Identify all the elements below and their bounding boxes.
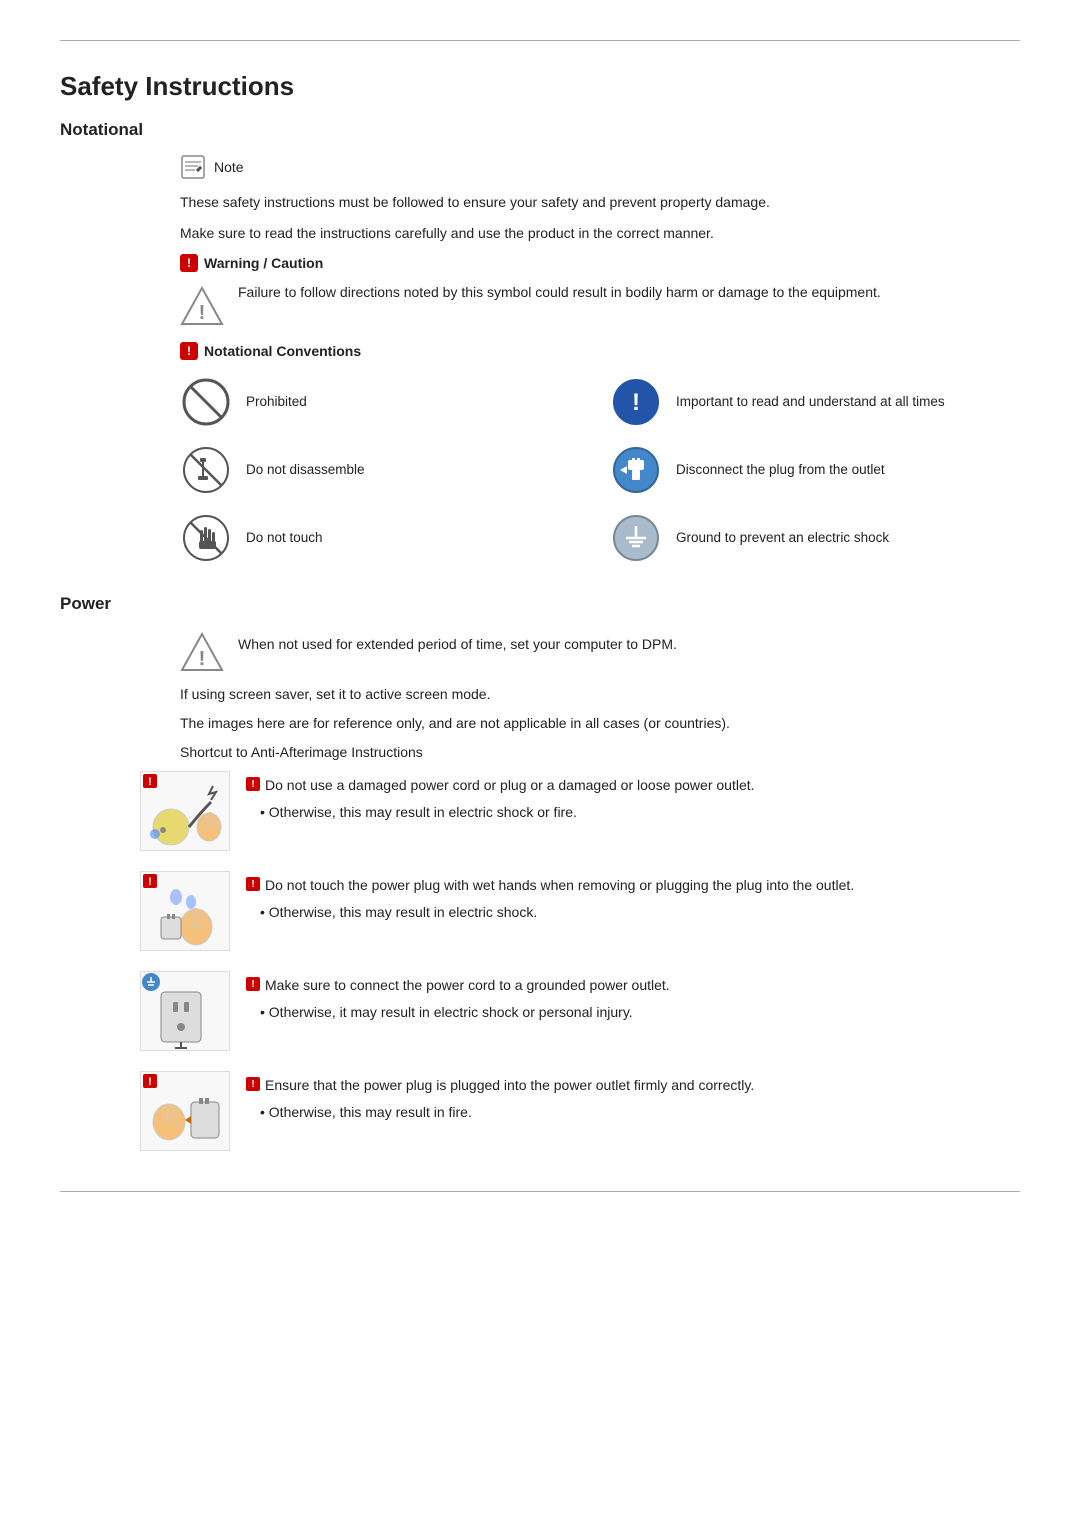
power-text-2: The images here are for reference only, … <box>180 713 1020 734</box>
warning-badge-icon: ! <box>180 254 198 272</box>
warning-description: Failure to follow directions noted by th… <box>238 282 881 303</box>
svg-text:!: ! <box>199 302 206 324</box>
ground-icon <box>610 512 662 564</box>
convention-important-label: Important to read and understand at all … <box>676 393 945 412</box>
disassemble-icon <box>180 444 232 496</box>
conventions-grid: Prohibited ! Important to read and under… <box>180 376 1020 564</box>
power-item-4-title-text: Ensure that the power plug is plugged in… <box>265 1075 754 1096</box>
power-item-4-badge: ! <box>246 1077 260 1091</box>
power-item-3-content: ! Make sure to connect the power cord to… <box>246 971 1020 1023</box>
note-text-2: Make sure to read the instructions caref… <box>180 223 1020 244</box>
note-text-1: These safety instructions must be follow… <box>180 192 1020 213</box>
power-item-1-title-text: Do not use a damaged power cord or plug … <box>265 775 755 796</box>
svg-text:!: ! <box>148 876 152 888</box>
warning-triangle-icon: ! <box>180 284 224 328</box>
power-item-2-image: ! <box>140 871 230 951</box>
note-label: Note <box>214 159 244 175</box>
power-section: Power ! When not used for extended perio… <box>60 594 1020 1151</box>
prohibited-icon <box>180 376 232 428</box>
power-item-3: ! Make sure to connect the power cord to… <box>140 971 1020 1051</box>
important-icon: ! <box>610 376 662 428</box>
conventions-badge-icon: ! <box>180 342 198 360</box>
power-item-3-title-text: Make sure to connect the power cord to a… <box>265 975 670 996</box>
power-item-1-image: ! <box>140 771 230 851</box>
power-item-1-title: ! Do not use a damaged power cord or plu… <box>246 775 1020 796</box>
convention-disassemble-label: Do not disassemble <box>246 461 365 480</box>
power-item-2-bullet: Otherwise, this may result in electric s… <box>260 902 1020 923</box>
bottom-divider <box>60 1191 1020 1192</box>
do-not-touch-icon <box>180 512 232 564</box>
power-item-3-badge: ! <box>246 977 260 991</box>
convention-prohibited: Prohibited <box>180 376 590 428</box>
power-item-3-image <box>140 971 230 1051</box>
power-item-3-title: ! Make sure to connect the power cord to… <box>246 975 1020 996</box>
power-heading: Power <box>60 594 1020 614</box>
convention-important: ! Important to read and understand at al… <box>610 376 1020 428</box>
power-text-1: If using screen saver, set it to active … <box>180 684 1020 705</box>
power-item-2-title-text: Do not touch the power plug with wet han… <box>265 875 854 896</box>
warning-label-row: ! Warning / Caution <box>180 254 1020 272</box>
convention-ground-label: Ground to prevent an electric shock <box>676 529 889 548</box>
convention-disconnect: Disconnect the plug from the outlet <box>610 444 1020 496</box>
power-item-1-bullet: Otherwise, this may result in electric s… <box>260 802 1020 823</box>
power-item-1-badge: ! <box>246 777 260 791</box>
note-icon <box>180 154 206 180</box>
power-item-4: ! ! Ensure that the power plug is plugge… <box>140 1071 1020 1151</box>
convention-disconnect-label: Disconnect the plug from the outlet <box>676 461 885 480</box>
convention-prohibited-label: Prohibited <box>246 393 307 412</box>
power-item-4-content: ! Ensure that the power plug is plugged … <box>246 1071 1020 1123</box>
svg-text:!: ! <box>148 776 152 788</box>
power-item-2-title: ! Do not touch the power plug with wet h… <box>246 875 1020 896</box>
conventions-title-row: ! Notational Conventions <box>180 342 1020 360</box>
warning-label-text: Warning / Caution <box>204 255 323 271</box>
power-warning-text: When not used for extended period of tim… <box>238 628 677 652</box>
power-warning-triangle-icon: ! <box>180 630 224 674</box>
convention-touch-label: Do not touch <box>246 529 323 548</box>
convention-ground: Ground to prevent an electric shock <box>610 512 1020 564</box>
conventions-title-text: Notational Conventions <box>204 343 361 359</box>
power-item-1-content: ! Do not use a damaged power cord or plu… <box>246 771 1020 823</box>
power-item-4-image: ! <box>140 1071 230 1151</box>
warning-block: ! Failure to follow directions noted by … <box>180 282 1020 328</box>
disconnect-icon <box>610 444 662 496</box>
convention-touch: Do not touch <box>180 512 590 564</box>
power-item-3-bullet: Otherwise, it may result in electric sho… <box>260 1002 1020 1023</box>
power-text-3: Shortcut to Anti-Afterimage Instructions <box>180 742 1020 763</box>
power-item-4-title: ! Ensure that the power plug is plugged … <box>246 1075 1020 1096</box>
notational-heading: Notational <box>60 120 1020 140</box>
convention-disassemble: Do not disassemble <box>180 444 590 496</box>
power-item-2-content: ! Do not touch the power plug with wet h… <box>246 871 1020 923</box>
top-divider <box>60 40 1020 41</box>
svg-text:!: ! <box>199 648 206 670</box>
svg-text:!: ! <box>148 1076 152 1088</box>
page-title: Safety Instructions <box>60 71 1020 102</box>
svg-text:!: ! <box>632 389 640 416</box>
power-item-1: ! ! Do not use a damaged power cord or p… <box>140 771 1020 851</box>
power-item-4-bullet: Otherwise, this may result in fire. <box>260 1102 1020 1123</box>
power-item-2: ! ! Do not touch the power plug with wet… <box>140 871 1020 951</box>
power-item-2-badge: ! <box>246 877 260 891</box>
power-warning-block: ! When not used for extended period of t… <box>180 628 1020 674</box>
note-row: Note <box>180 154 1020 180</box>
